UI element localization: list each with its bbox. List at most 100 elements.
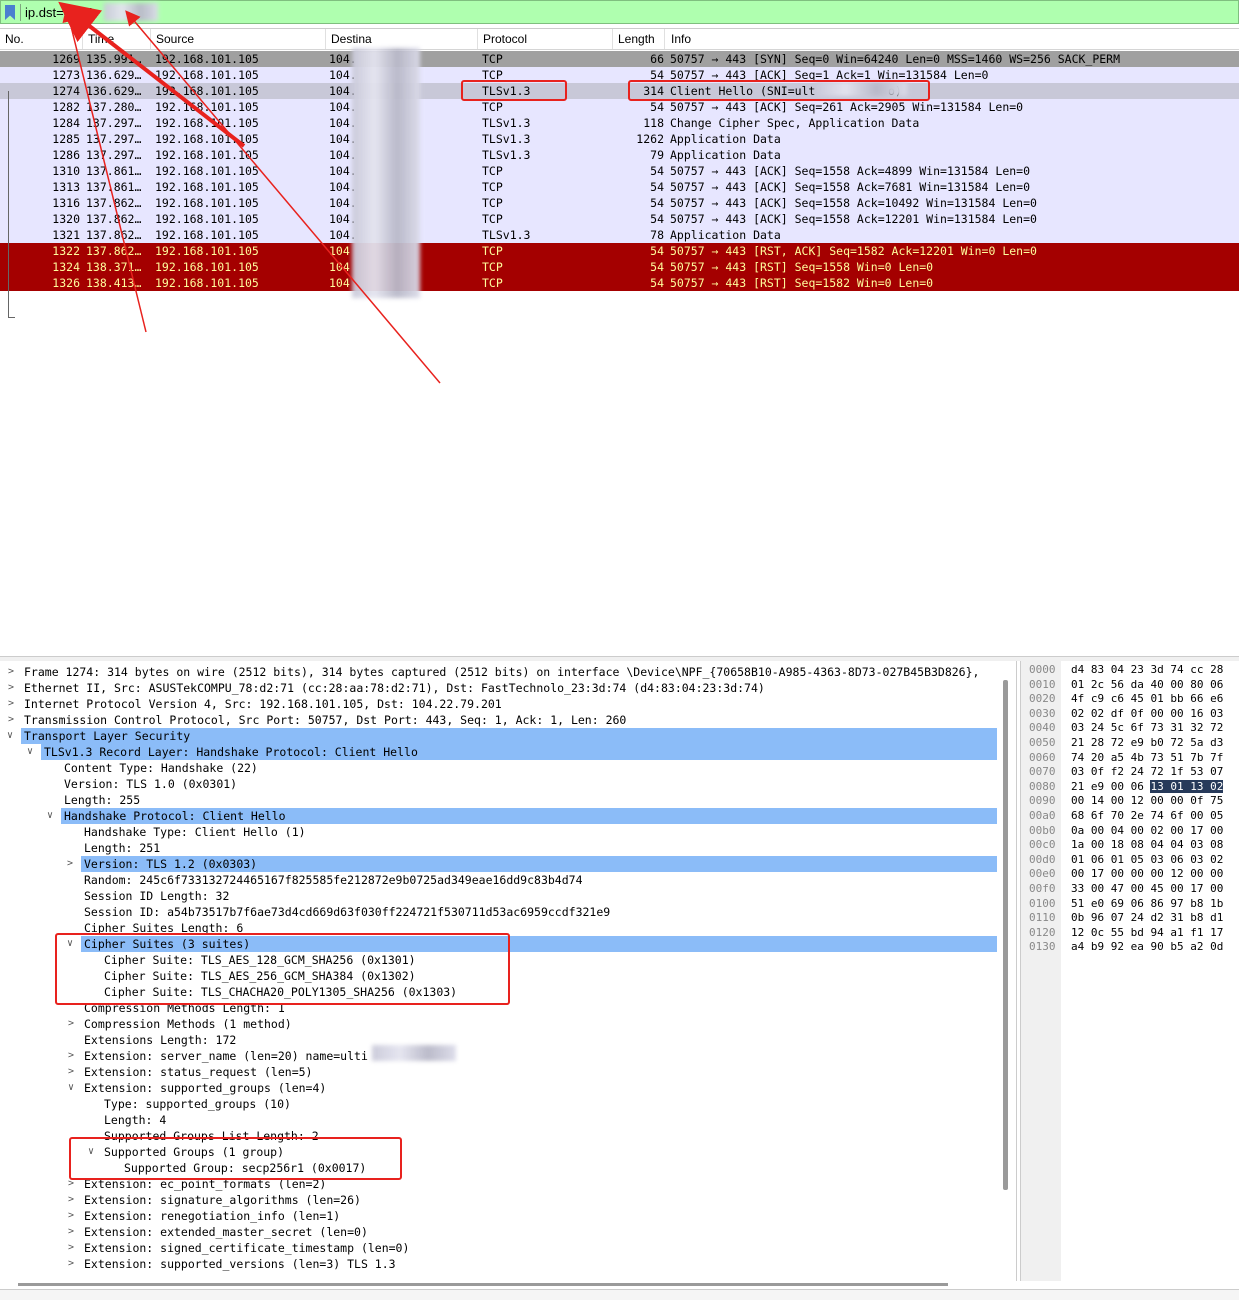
detail-row[interactable]: Version: TLS 1.0 (0x0301): [0, 776, 1000, 792]
detail-row[interactable]: Length: 4: [0, 1112, 1000, 1128]
packet-row[interactable]: 1282 137.280… 192.168.101.105 104. TCP 54 5075…: [0, 99, 1239, 115]
detail-row[interactable]: ∨ Extension: supported_groups (len=4): [0, 1080, 1000, 1096]
detail-row[interactable]: ∨ Cipher Suites (3 suites): [67, 936, 997, 952]
detail-row[interactable]: Supported Group: secp256r1 (0x0017): [0, 1160, 1000, 1176]
packet-row[interactable]: 1285 137.297… 192.168.101.105 104. TLSv1.3 12…: [0, 131, 1239, 147]
detail-row[interactable]: Session ID: a54b73517b7f6ae73d4cd669d63f…: [0, 904, 1000, 920]
packet-row[interactable]: 1322 137.862… 192.168.101.105 104 TCP 54 50757…: [0, 243, 1239, 259]
packet-row[interactable]: 1326 138.413… 192.168.101.105 104 TCP 54 50757…: [0, 275, 1239, 291]
packet-row[interactable]: 1269 135.991… 192.168.101.105 104. TCP 66 5075…: [0, 51, 1239, 67]
packet-row[interactable]: 1321 137.862… 192.168.101.105 104. TLSv1.3 78…: [0, 227, 1239, 243]
chevron-right-icon[interactable]: >: [8, 696, 20, 712]
chevron-down-icon[interactable]: ∨: [67, 936, 79, 952]
chevron-right-icon[interactable]: >: [68, 1064, 80, 1080]
detail-row[interactable]: Length: 255: [0, 792, 1000, 808]
display-filter-input[interactable]: ip.dst==104.: [25, 5, 97, 20]
chevron-right-icon[interactable]: >: [68, 1016, 80, 1032]
detail-row[interactable]: > Transmission Control Protocol, Src Port…: [0, 712, 1000, 728]
details-vertical-scrollbar[interactable]: [1003, 680, 1008, 1190]
byte-hex[interactable]: 33 00 47 00 45 00 17 00: [1071, 882, 1223, 896]
byte-hex[interactable]: 00 17 00 00 00 12 00 00: [1071, 867, 1223, 881]
byte-hex[interactable]: 21 28 72 e9 b0 72 5a d3: [1071, 736, 1223, 750]
byte-hex[interactable]: 00 14 00 12 00 00 0f 75: [1071, 794, 1223, 808]
detail-row[interactable]: Cipher Suite: TLS_AES_128_GCM_SHA256 (0x…: [0, 952, 1000, 968]
display-filter-bar[interactable]: ip.dst==104.: [0, 0, 1239, 24]
chevron-right-icon[interactable]: >: [68, 1192, 80, 1208]
byte-hex[interactable]: 12 0c 55 bd 94 a1 f1 17: [1071, 926, 1223, 940]
detail-row[interactable]: > Extension: ec_point_formats (len=2): [0, 1176, 1000, 1192]
byte-hex[interactable]: 68 6f 70 2e 74 6f 00 05: [1071, 809, 1223, 823]
byte-hex[interactable]: 51 e0 69 06 86 97 b8 1b: [1071, 897, 1223, 911]
detail-row[interactable]: Type: supported_groups (10): [0, 1096, 1000, 1112]
column-source[interactable]: Source: [156, 32, 194, 46]
detail-row[interactable]: Length: 251: [0, 840, 1000, 856]
packet-row[interactable]: 1310 137.861… 192.168.101.105 104. TCP 54 5075…: [0, 163, 1239, 179]
byte-hex[interactable]: 01 2c 56 da 40 00 80 06: [1071, 678, 1223, 692]
packet-details-pane[interactable]: > Frame 1274: 314 bytes on wire (2512 bit…: [0, 661, 1017, 1281]
chevron-down-icon[interactable]: ∨: [27, 744, 39, 760]
detail-row[interactable]: > Extension: extended_master_secret (len=…: [0, 1224, 1000, 1240]
packet-row[interactable]: 1273 136.629… 192.168.101.105 104. TCP 54 5075…: [0, 67, 1239, 83]
chevron-right-icon[interactable]: >: [68, 1224, 80, 1240]
byte-hex[interactable]: 1a 00 18 08 04 04 03 08: [1071, 838, 1223, 852]
packet-list[interactable]: No. Time Source Destina Protocol Length …: [0, 28, 1239, 657]
detail-row[interactable]: ∨ Supported Groups (1 group): [0, 1144, 1000, 1160]
detail-row[interactable]: ∨ TLSv1.3 Record Layer: Handshake Protoco…: [27, 744, 997, 760]
detail-row[interactable]: > Extension: server_name (len=20) name=ul…: [0, 1048, 1000, 1064]
chevron-right-icon[interactable]: >: [68, 1240, 80, 1256]
byte-hex[interactable]: d4 83 04 23 3d 74 cc 28: [1071, 663, 1223, 677]
detail-row[interactable]: > Extension: status_request (len=5): [0, 1064, 1000, 1080]
packet-bytes-pane[interactable]: 0000 d4 83 04 23 3d 74 cc 28 0010 01 2c 56 …: [1020, 661, 1239, 1281]
chevron-right-icon[interactable]: >: [68, 1208, 80, 1224]
detail-row[interactable]: > Extension: signed_certificate_timestamp…: [0, 1240, 1000, 1256]
chevron-right-icon[interactable]: >: [68, 1176, 80, 1192]
byte-hex[interactable]: 03 0f f2 24 72 1f 53 07: [1071, 765, 1223, 779]
chevron-down-icon[interactable]: ∨: [7, 728, 19, 744]
detail-row[interactable]: Content Type: Handshake (22): [0, 760, 1000, 776]
chevron-down-icon[interactable]: ∨: [88, 1144, 100, 1160]
column-no[interactable]: No.: [5, 32, 24, 46]
chevron-right-icon[interactable]: >: [68, 1256, 80, 1272]
chevron-right-icon[interactable]: >: [8, 664, 20, 680]
details-horizontal-scrollbar[interactable]: [18, 1283, 948, 1286]
chevron-right-icon[interactable]: >: [68, 1048, 80, 1064]
detail-row[interactable]: Random: 245c6f733132724465167f825585fe21…: [0, 872, 1000, 888]
detail-row[interactable]: > Frame 1274: 314 bytes on wire (2512 bit…: [0, 664, 1000, 680]
column-time[interactable]: Time: [88, 32, 114, 46]
byte-hex[interactable]: 0a 00 04 00 02 00 17 00: [1071, 824, 1223, 838]
detail-row[interactable]: Cipher Suite: TLS_CHACHA20_POLY1305_SHA2…: [0, 984, 1000, 1000]
detail-row[interactable]: Supported Groups List Length: 2: [0, 1128, 1000, 1144]
byte-hex[interactable]: 01 06 01 05 03 06 03 02: [1071, 853, 1223, 867]
packet-row[interactable]: 1316 137.862… 192.168.101.105 104. TCP 54 5075…: [0, 195, 1239, 211]
byte-hex[interactable]: 4f c9 c6 45 01 bb 66 e6: [1071, 692, 1223, 706]
chevron-right-icon[interactable]: >: [8, 680, 20, 696]
chevron-right-icon[interactable]: >: [8, 712, 20, 728]
detail-row[interactable]: > Internet Protocol Version 4, Src: 192.1…: [0, 696, 1000, 712]
detail-row[interactable]: Cipher Suites Length: 6: [0, 920, 1000, 936]
packet-row[interactable]: 1324 138.371… 192.168.101.105 104 TCP 54 50757…: [0, 259, 1239, 275]
bookmark-icon[interactable]: [5, 5, 15, 20]
column-destination[interactable]: Destina: [331, 32, 372, 46]
chevron-down-icon[interactable]: ∨: [68, 1080, 80, 1096]
detail-row[interactable]: > Extension: renegotiation_info (len=1): [0, 1208, 1000, 1224]
byte-hex[interactable]: 03 24 5c 6f 73 31 32 72: [1071, 721, 1223, 735]
column-info[interactable]: Info: [671, 32, 691, 46]
detail-row[interactable]: Session ID Length: 32: [0, 888, 1000, 904]
packet-row[interactable]: 1284 137.297… 192.168.101.105 104. TLSv1.3 11…: [0, 115, 1239, 131]
byte-hex[interactable]: 02 02 df 0f 00 00 16 03: [1071, 707, 1223, 721]
detail-row[interactable]: Handshake Type: Client Hello (1): [0, 824, 1000, 840]
detail-row[interactable]: Cipher Suite: TLS_AES_256_GCM_SHA384 (0x…: [0, 968, 1000, 984]
detail-row[interactable]: > Version: TLS 1.2 (0x0303): [67, 856, 997, 872]
detail-row[interactable]: Compression Methods Length: 1: [0, 1000, 1000, 1016]
byte-hex[interactable]: a4 b9 92 ea 90 b5 a2 0d: [1071, 940, 1223, 954]
detail-row[interactable]: > Ethernet II, Src: ASUSTekCOMPU_78:d2:71…: [0, 680, 1000, 696]
byte-hex[interactable]: 74 20 a5 4b 73 51 7b 7f: [1071, 751, 1223, 765]
byte-hex[interactable]: 0b 96 07 24 d2 31 b8 d1: [1071, 911, 1223, 925]
detail-row[interactable]: Extensions Length: 172: [0, 1032, 1000, 1048]
detail-row[interactable]: ∨ Transport Layer Security: [7, 728, 997, 744]
chevron-right-icon[interactable]: >: [67, 856, 79, 872]
packet-row[interactable]: 1320 137.862… 192.168.101.105 104. TCP 54 5075…: [0, 211, 1239, 227]
packet-row[interactable]: 1274 136.629… 192.168.101.105 104. TLSv1.3 31…: [0, 83, 1239, 99]
column-protocol[interactable]: Protocol: [483, 32, 527, 46]
detail-row[interactable]: > Extension: signature_algorithms (len=26…: [0, 1192, 1000, 1208]
